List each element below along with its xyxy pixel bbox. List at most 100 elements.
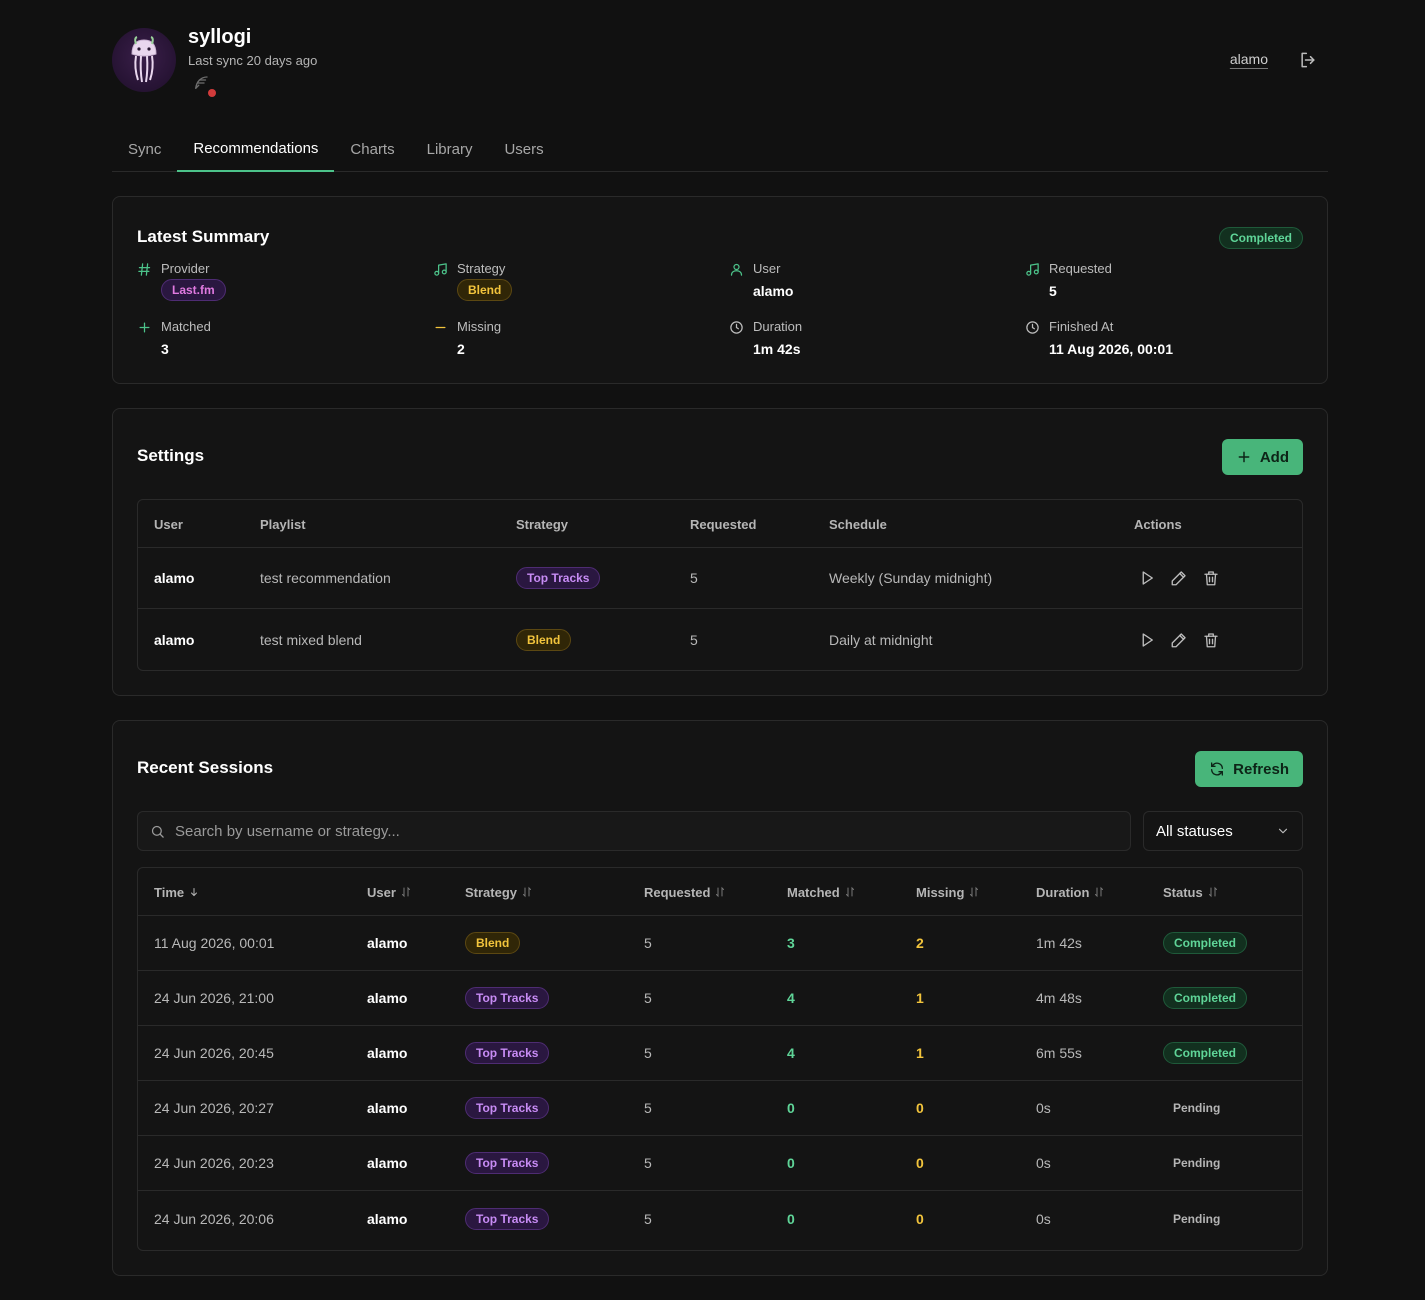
row-strategy-cell: Top Tracks (465, 1081, 550, 1135)
strategy-badge: Blend (465, 932, 521, 954)
row-status-cell: Completed (1163, 971, 1248, 1025)
row-status-cell: Pending (1163, 1191, 1230, 1246)
play-icon[interactable] (1138, 631, 1156, 649)
status-badge: Pending (1173, 1211, 1221, 1226)
user-value: alamo (753, 283, 794, 299)
table-row[interactable]: 24 Jun 2026, 20:06 alamo Top Tracks 5 0 0 0s Pe… (138, 1191, 1302, 1246)
row-playlist: test recommendation (260, 570, 391, 586)
sort-icon (1095, 886, 1104, 898)
header-username[interactable]: alamo (1230, 51, 1268, 67)
sort-icon (523, 886, 532, 898)
sessions-table-body: 11 Aug 2026, 00:01 alamo Blend 5 3 2 1m 42s Com… (138, 916, 1302, 1246)
music-note-icon (1026, 263, 1039, 276)
row-matched: 0 (787, 1100, 795, 1116)
table-row[interactable]: 24 Jun 2026, 20:23 alamo Top Tracks 5 0 0 0s Pe… (138, 1136, 1302, 1191)
status-badge: Pending (1173, 1101, 1221, 1115)
add-button[interactable]: Add (1221, 439, 1303, 475)
tab-sync[interactable]: Sync (112, 130, 177, 172)
jellyfish-logo-icon (131, 36, 157, 83)
summary-status-wrap: Completed (1218, 227, 1303, 249)
sessions-title: Recent Sessions (137, 758, 274, 777)
strategy-badge: Top Tracks (465, 1152, 550, 1174)
plus-icon (1238, 451, 1250, 463)
row-duration: 1m 42s (1036, 935, 1082, 951)
row-matched: 4 (787, 990, 795, 1006)
col-missing[interactable]: Missing (916, 868, 980, 916)
matched-label: Matched (161, 319, 211, 334)
logout-icon[interactable] (1298, 50, 1318, 70)
page: syllogi Last sync 20 days ago alamo Sync… (112, 0, 1328, 1276)
col-requested: Requested (690, 516, 757, 532)
settings-table-header: User Playlist Strategy Requested Schedul… (138, 500, 1302, 548)
row-time: 11 Aug 2026, 00:01 (154, 935, 275, 951)
recent-sessions-card: Recent Sessions Refresh All statuses Tim… (112, 720, 1328, 1276)
row-user: alamo (367, 1045, 408, 1061)
missing-label: Missing (457, 319, 502, 334)
row-matched: 0 (787, 1155, 795, 1171)
row-time: 24 Jun 2026, 20:27 (154, 1100, 274, 1116)
edit-icon[interactable] (1170, 569, 1188, 587)
refresh-button[interactable]: Refresh (1195, 751, 1303, 787)
status-filter-select[interactable]: All statuses (1143, 811, 1303, 851)
table-row[interactable]: 24 Jun 2026, 21:00 alamo Top Tracks 5 4 1 4m 4… (138, 971, 1302, 1026)
summary-title: Latest Summary (137, 227, 270, 246)
col-matched[interactable]: Matched (787, 868, 856, 916)
status-badge: Pending (1173, 1156, 1221, 1170)
trash-icon[interactable] (1202, 569, 1220, 587)
tab-charts[interactable]: Charts (334, 130, 410, 172)
col-requested[interactable]: Requested (644, 868, 726, 916)
row-strategy-cell: Top Tracks (465, 1026, 550, 1080)
table-row[interactable]: 11 Aug 2026, 00:01 alamo Blend 5 3 2 1m 42s Com… (138, 916, 1302, 971)
plus-icon (139, 322, 150, 333)
minus-icon (435, 326, 446, 329)
tab-users[interactable]: Users (488, 130, 559, 172)
clock-icon (730, 321, 743, 334)
strategy-value-wrap: Blend (457, 279, 513, 301)
row-schedule: Daily at midnight (829, 631, 933, 648)
requested-label: Requested (1049, 261, 1112, 276)
row-time: 24 Jun 2026, 20:23 (154, 1155, 274, 1171)
table-row[interactable]: 24 Jun 2026, 20:27 alamo Top Tracks 5 0 0 0s Pe… (138, 1081, 1302, 1136)
trash-icon[interactable] (1202, 631, 1220, 649)
row-requested: 5 (644, 1100, 652, 1116)
col-strategy[interactable]: Strategy (465, 868, 533, 916)
last-sync-text: Last sync 20 days ago (188, 53, 318, 68)
search-icon (151, 825, 164, 838)
row-requested: 5 (644, 935, 652, 951)
row-user: alamo (367, 1100, 408, 1116)
row-duration: 6m 55s (1036, 1045, 1082, 1061)
col-time[interactable]: Time (154, 868, 200, 916)
col-duration[interactable]: Duration (1036, 868, 1105, 916)
row-strategy-cell: Top Tracks (465, 971, 550, 1025)
clock-icon (1026, 321, 1039, 334)
row-time: 24 Jun 2026, 20:45 (154, 1045, 274, 1061)
col-status[interactable]: Status (1163, 868, 1219, 916)
status-badge: Completed (1163, 932, 1248, 954)
row-status-cell: Completed (1163, 1026, 1248, 1080)
feather-icon (195, 76, 208, 89)
row-status-cell: Pending (1163, 1136, 1230, 1190)
strategy-badge: Top Tracks (516, 567, 601, 589)
matched-value: 3 (161, 341, 169, 357)
edit-icon[interactable] (1170, 631, 1188, 649)
search-box[interactable] (137, 811, 1131, 851)
play-icon[interactable] (1138, 569, 1156, 587)
sort-desc-icon (191, 888, 198, 897)
col-user[interactable]: User (367, 868, 412, 916)
status-badge: Completed (1163, 987, 1248, 1009)
row-missing: 1 (916, 1045, 924, 1061)
row-duration: 0s (1036, 1155, 1051, 1171)
col-actions: Actions (1134, 516, 1182, 532)
row-time: 24 Jun 2026, 21:00 (154, 990, 274, 1006)
strategy-badge: Top Tracks (465, 1207, 550, 1230)
row-strategy-cell: Blend (465, 916, 521, 970)
tab-recommendations[interactable]: Recommendations (177, 130, 335, 172)
provider-value-wrap: Last.fm (161, 279, 226, 301)
search-input[interactable] (175, 822, 1115, 840)
row-duration: 4m 48s (1036, 990, 1082, 1006)
settings-title: Settings (137, 446, 205, 465)
row-strategy-cell: Top Tracks (516, 548, 601, 608)
row-user: alamo (367, 1210, 408, 1227)
table-row[interactable]: 24 Jun 2026, 20:45 alamo Top Tracks 5 4 1 6m 5… (138, 1026, 1302, 1081)
tab-library[interactable]: Library (411, 130, 489, 172)
